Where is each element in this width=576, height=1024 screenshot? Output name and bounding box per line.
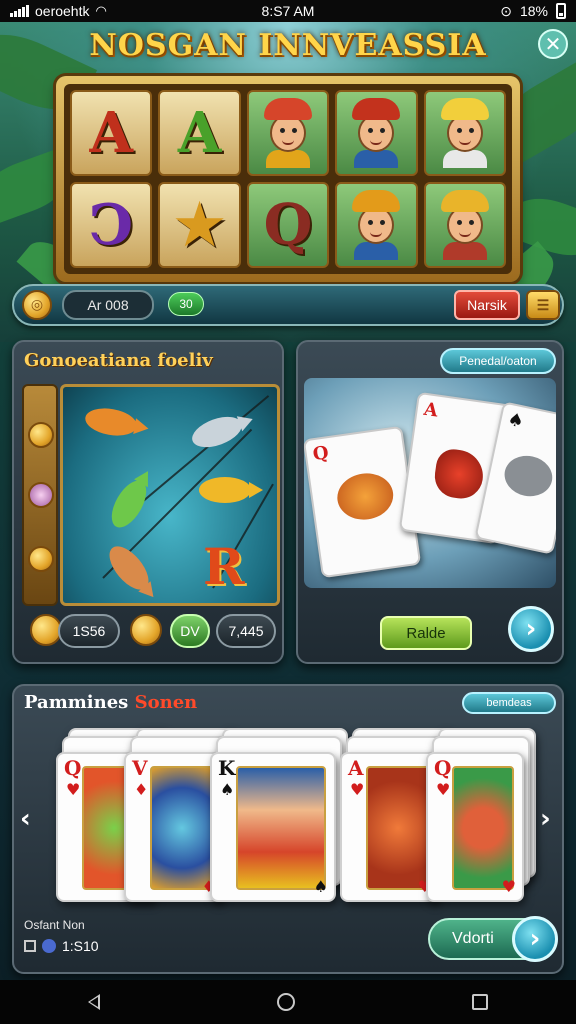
reel-symbol <box>335 182 418 268</box>
character-portrait <box>437 98 493 168</box>
card-rank: Q <box>434 756 452 780</box>
reel-symbol <box>246 90 330 176</box>
character-portrait <box>348 98 404 168</box>
reel-letter: Ͻ <box>88 192 134 258</box>
card-rank: K <box>218 756 236 780</box>
card-artwork <box>452 766 514 890</box>
cards-scene: Q A ♠ <box>304 378 556 588</box>
fish-sprite[interactable] <box>104 474 154 534</box>
next-button[interactable]: › <box>508 606 554 652</box>
card-suit: ♥ <box>436 780 451 799</box>
chevron-right-icon: › <box>525 614 537 644</box>
gallery-card[interactable]: Q♥♥ <box>426 752 524 902</box>
coin-icon <box>28 422 54 448</box>
reel-symbol: A <box>70 90 153 176</box>
reel-letter: ★ <box>174 192 225 258</box>
carrier-name: oeroehtk <box>35 3 90 19</box>
reel-symbol: Ͻ <box>70 182 153 268</box>
gallery-card[interactable]: K ♠ ♠ <box>210 752 336 902</box>
character-portrait <box>260 98 316 168</box>
close-icon: ✕ <box>544 32 562 56</box>
cards-panel-tag[interactable]: Penedal/oaton <box>440 348 556 374</box>
android-recent-icon[interactable] <box>471 994 488 1010</box>
fishing-pond[interactable]: R <box>60 384 280 606</box>
gallery-card[interactable]: V ♦ ♦ <box>124 752 224 902</box>
vdorti-label: Vdorti <box>452 930 494 947</box>
slot-reel-grid: A A Ͻ ★ Q <box>64 84 512 274</box>
wifi-icon: ◠ <box>95 3 107 18</box>
card-suit: ♦ <box>134 780 149 799</box>
counter-badge: 30 <box>168 292 204 316</box>
reel-symbol <box>423 90 506 176</box>
reel-symbol: A <box>158 90 241 176</box>
coin-icon <box>130 614 162 646</box>
card-suit: ♥ <box>350 780 365 799</box>
reel-symbol: Q <box>246 182 330 268</box>
control-bar: ◎ Ar 008 30 Narsik ☰ <box>12 284 564 326</box>
android-nav-bar <box>0 980 576 1024</box>
card-suit: ♥ <box>501 877 516 896</box>
footer-value-row: 1:S10 <box>24 938 99 954</box>
action-button[interactable]: Narsik <box>454 290 520 320</box>
fishing-panel-title: Gonoeatiana foeliv <box>24 350 213 371</box>
character-portrait <box>437 190 493 260</box>
status-bar: oeroehtk ◠ 8:S7 AM ⊙ 18% <box>0 0 576 22</box>
close-button[interactable]: ✕ <box>538 29 568 59</box>
stat-value-b: DV <box>170 614 210 648</box>
grid-icon <box>24 940 36 952</box>
reel-letter: A <box>89 100 133 166</box>
letter-symbol: R <box>203 537 245 596</box>
card-gallery-title-part2: Sonen <box>134 692 198 713</box>
footer-label: Osfant Non <box>24 918 85 932</box>
fish-sprite[interactable] <box>188 410 246 454</box>
vdorti-button[interactable]: Vdorti › <box>428 916 558 962</box>
card-rank: A <box>348 756 364 780</box>
fish-sprite[interactable] <box>83 404 139 440</box>
card-artwork <box>366 766 430 890</box>
coin-icon <box>28 546 54 572</box>
reel-symbol: ★ <box>158 182 241 268</box>
card-suit: ♠ <box>313 877 328 896</box>
fish-sprite[interactable] <box>199 477 263 503</box>
reel-letter: Q <box>263 192 313 258</box>
chevron-left-icon[interactable]: ‹ <box>20 804 31 834</box>
card-suit: ♠ <box>220 780 235 799</box>
card-rank: V <box>132 756 148 780</box>
alarm-icon: ⊙ <box>500 2 512 19</box>
game-title: NOSGAN INNVEASSIA <box>89 28 487 63</box>
card-artwork <box>236 766 326 890</box>
stat-value-a: 1S56 <box>58 614 120 648</box>
stat-value-c: 7,445 <box>216 614 276 648</box>
signal-icon <box>10 5 29 17</box>
android-back-icon[interactable] <box>88 994 101 1010</box>
reel-symbol <box>335 90 418 176</box>
footer-value: 1:S10 <box>62 938 99 954</box>
bet-display[interactable]: Ar 008 <box>62 290 154 320</box>
card-rank: Q <box>64 756 82 780</box>
card-suit: ♥ <box>66 780 81 799</box>
card-artwork <box>150 766 214 890</box>
menu-button[interactable]: ☰ <box>526 290 560 320</box>
android-home-icon[interactable] <box>276 993 295 1011</box>
ralde-button[interactable]: Ralde <box>380 616 472 650</box>
battery-icon <box>555 3 566 19</box>
slot-reel-frame: A A Ͻ ★ Q <box>56 76 520 282</box>
reel-letter: A <box>177 100 222 166</box>
gallery-card[interactable]: A ♥ ♥ <box>340 752 440 902</box>
chevron-right-icon: › <box>512 916 558 962</box>
card-gallery-tag[interactable]: bemdeas <box>462 692 556 714</box>
coin-column <box>22 384 58 606</box>
chevron-right-icon[interactable]: › <box>540 804 551 834</box>
reel-symbol <box>423 182 506 268</box>
coin-icon[interactable]: ◎ <box>22 290 52 320</box>
status-time: 8:S7 AM <box>261 3 315 19</box>
card-gallery-title: Pammines Sonen <box>24 692 197 713</box>
sunflower-icon <box>28 482 54 508</box>
battery-level: 18% <box>519 3 548 19</box>
card-gallery-title-part1: Pammines <box>24 692 129 713</box>
globe-icon <box>42 939 56 953</box>
character-portrait <box>348 190 404 260</box>
